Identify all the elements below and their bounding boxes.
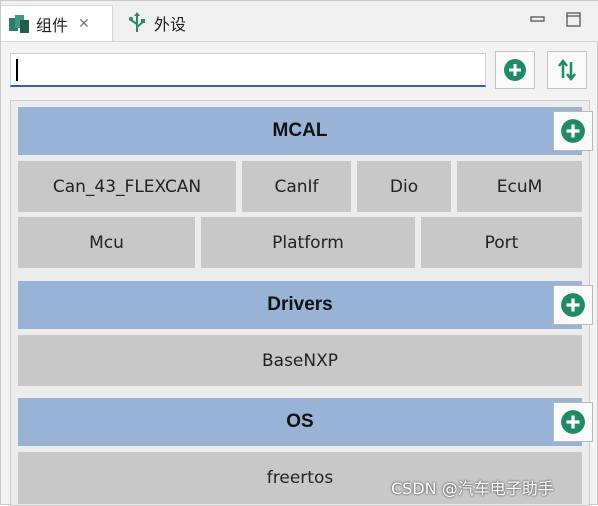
add-mcal-module-button[interactable] — [553, 111, 593, 151]
components-view: 组件 ✕ 外设 MCAL Can_43_FLEXCAN CanIf Dio Ec… — [0, 0, 598, 506]
module-label: Platform — [272, 232, 344, 253]
add-icon — [504, 59, 526, 81]
component-icon — [9, 14, 29, 33]
group-header-os: OS — [18, 398, 593, 446]
tab-components-label: 组件 — [36, 15, 69, 35]
module-label: Dio — [389, 176, 419, 197]
module-ecum[interactable]: EcuM — [457, 161, 582, 212]
maximize-icon[interactable] — [565, 11, 583, 29]
close-tab-icon[interactable]: ✕ — [78, 16, 90, 32]
group-header-drivers: Drivers — [18, 281, 593, 329]
module-basenxp[interactable]: BaseNXP — [18, 335, 582, 386]
add-icon — [561, 293, 585, 317]
tab-peripherals-label: 外设 — [154, 15, 187, 34]
module-label: CanIf — [274, 176, 319, 197]
group-title: MCAL — [272, 120, 328, 141]
module-label: Mcu — [89, 232, 124, 253]
module-label: freertos — [266, 468, 334, 488]
group-title: OS — [286, 411, 314, 432]
add-os-module-button[interactable] — [553, 402, 593, 442]
module-port[interactable]: Port — [421, 217, 582, 268]
watermark-text: CSDN @汽车电子助手 — [391, 479, 554, 498]
filter-input[interactable] — [10, 53, 486, 87]
tab-components[interactable]: 组件 ✕ — [1, 5, 113, 41]
add-icon — [561, 119, 585, 143]
group-title: Drivers — [267, 294, 333, 315]
group-header-mcal: MCAL — [18, 107, 593, 155]
module-label: BaseNXP — [261, 350, 338, 371]
text-cursor — [16, 59, 18, 81]
module-dio[interactable]: Dio — [357, 161, 451, 212]
module-label: EcuM — [496, 176, 543, 197]
module-canif[interactable]: CanIf — [242, 161, 351, 212]
module-label: Port — [484, 232, 519, 253]
minimize-icon[interactable] — [529, 11, 547, 29]
tab-peripherals[interactable]: 外设 — [119, 5, 229, 41]
module-can-43-flexcan[interactable]: Can_43_FLEXCAN — [18, 161, 236, 212]
module-platform[interactable]: Platform — [201, 217, 415, 268]
module-mcu[interactable]: Mcu — [18, 217, 195, 268]
add-drivers-module-button[interactable] — [553, 285, 593, 325]
usb-icon — [129, 12, 145, 32]
tab-bar: 组件 ✕ 外设 — [1, 1, 598, 42]
module-label: Can_43_FLEXCAN — [52, 176, 202, 197]
add-component-button[interactable] — [495, 51, 535, 89]
sort-button[interactable] — [547, 51, 587, 89]
add-icon — [561, 410, 585, 434]
sort-icon — [558, 58, 576, 82]
